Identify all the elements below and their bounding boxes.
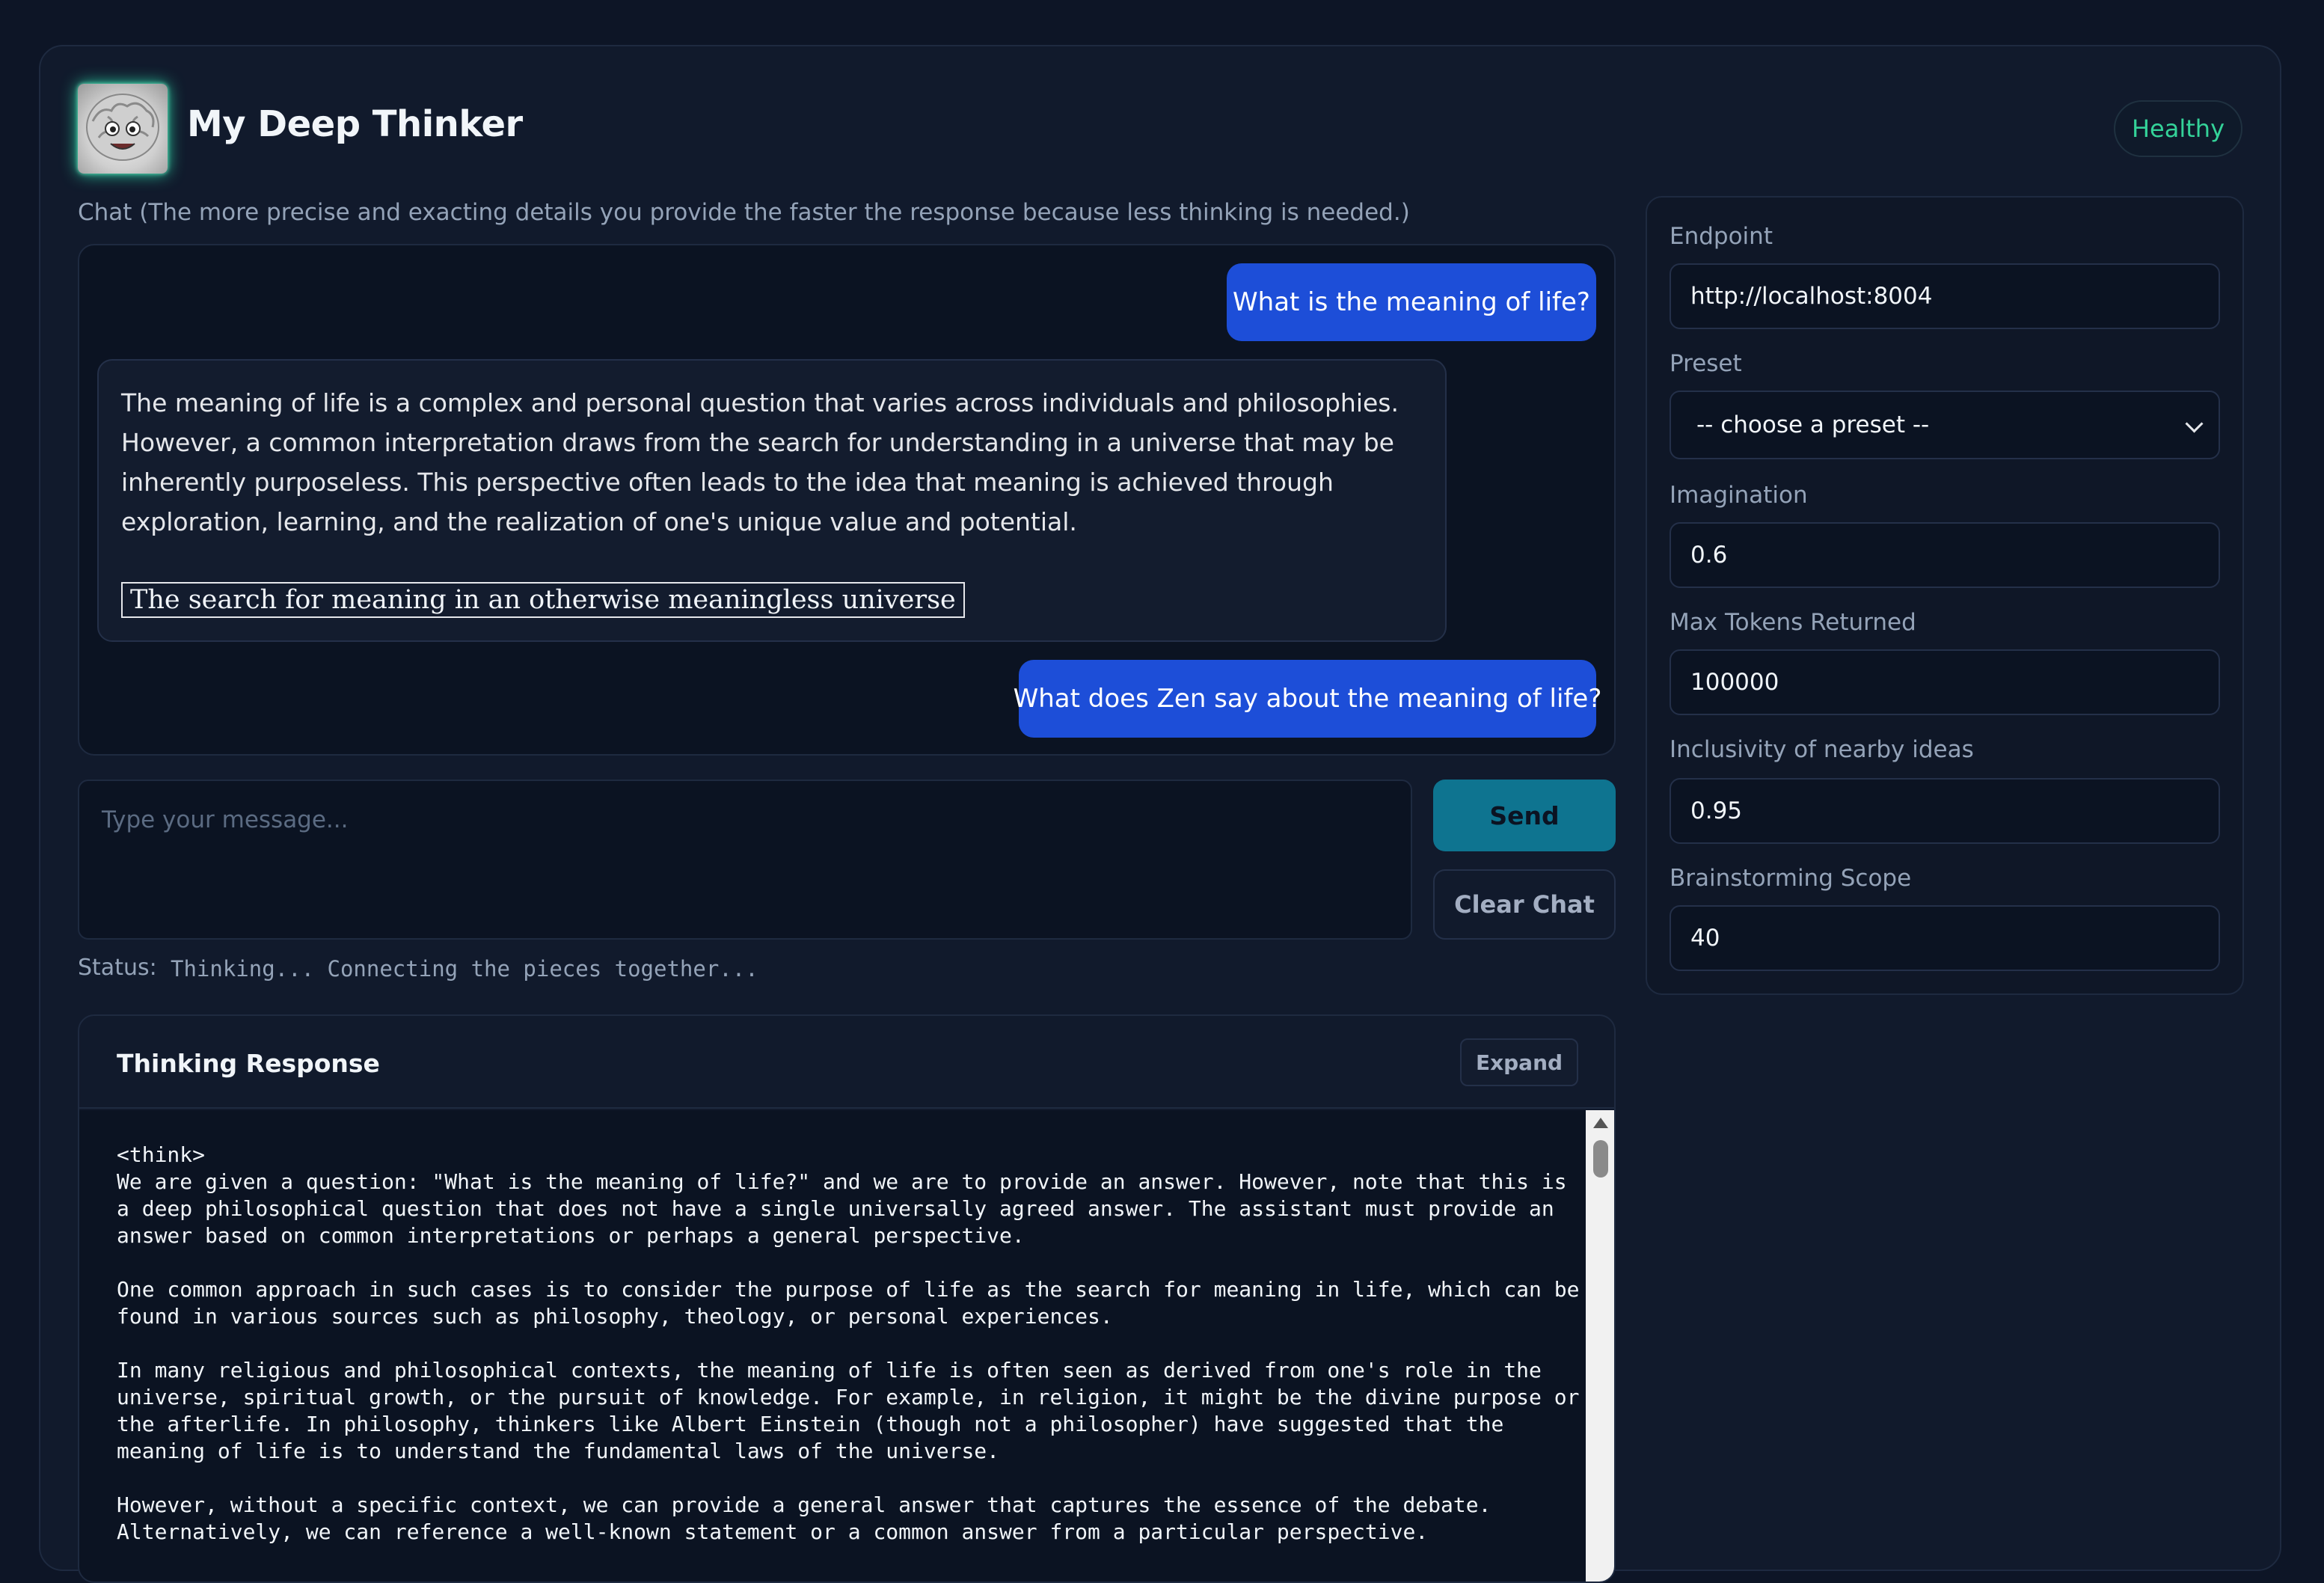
assistant-message-text: The meaning of life is a complex and per…: [121, 388, 1399, 536]
preset-label: Preset: [1670, 350, 1742, 377]
inclusivity-label: Inclusivity of nearby ideas: [1670, 736, 1974, 763]
max-tokens-label: Max Tokens Returned: [1670, 609, 1916, 636]
brain-logo-icon: [78, 84, 168, 174]
app-title: My Deep Thinker: [187, 103, 523, 145]
user-message: What is the meaning of life?: [1227, 263, 1596, 341]
thinking-response-panel: Thinking Response Expand <think> We are …: [78, 1014, 1616, 1583]
user-message: What does Zen say about the meaning of l…: [1014, 660, 1601, 738]
message-input[interactable]: [78, 780, 1412, 940]
status-text: Thinking... Connecting the pieces togeth…: [171, 956, 758, 982]
chat-hint: Chat (The more precise and exacting deta…: [78, 199, 1410, 226]
assistant-message: The meaning of life is a complex and per…: [97, 359, 1447, 642]
thinking-scrollbar[interactable]: [1586, 1110, 1614, 1582]
status-label: Status:: [78, 955, 157, 981]
chevron-down-icon: [2185, 414, 2204, 433]
send-button[interactable]: Send: [1433, 780, 1616, 851]
endpoint-label: Endpoint: [1670, 223, 1773, 250]
scroll-up-arrow-icon[interactable]: [1593, 1118, 1608, 1128]
scroll-thumb[interactable]: [1593, 1140, 1608, 1178]
expand-button[interactable]: Expand: [1460, 1038, 1578, 1086]
endpoint-input[interactable]: [1670, 263, 2220, 329]
thinking-response-content: <think> We are given a question: "What i…: [117, 1142, 1580, 1544]
max-tokens-input[interactable]: [1670, 649, 2220, 715]
preset-selected-value: -- choose a preset --: [1696, 411, 1930, 438]
health-status-badge: Healthy: [2114, 100, 2242, 157]
preset-select[interactable]: -- choose a preset --: [1670, 391, 2220, 459]
clear-chat-button[interactable]: Clear Chat: [1433, 869, 1616, 940]
thinking-response-title: Thinking Response: [117, 1049, 380, 1078]
imagination-label: Imagination: [1670, 482, 1808, 509]
thinking-response-body[interactable]: <think> We are given a question: "What i…: [79, 1110, 1586, 1582]
imagination-input[interactable]: [1670, 522, 2220, 588]
boxed-answer: The search for meaning in an otherwise m…: [121, 582, 965, 618]
brainstorming-input[interactable]: [1670, 905, 2220, 971]
thinking-response-header: Thinking Response Expand: [79, 1016, 1614, 1109]
inclusivity-input[interactable]: [1670, 778, 2220, 844]
brainstorming-label: Brainstorming Scope: [1670, 865, 1912, 892]
